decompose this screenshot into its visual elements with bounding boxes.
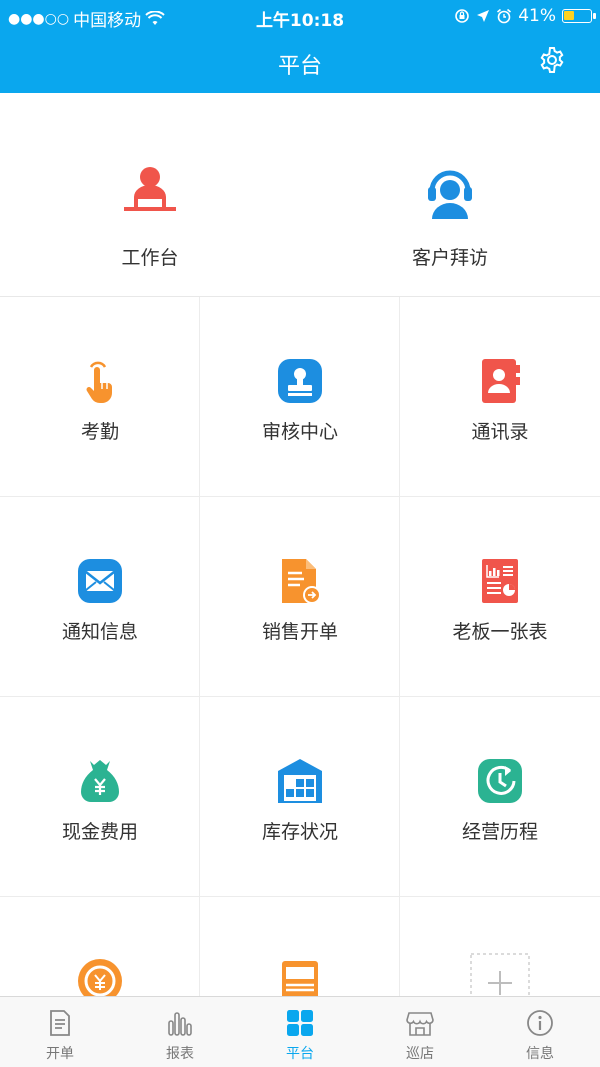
featured-item-customer-visit[interactable]: 客户拜访 — [300, 93, 600, 297]
battery-icon — [562, 9, 596, 23]
grid-label: 库存状况 — [261, 821, 338, 843]
grid-item-business-history[interactable]: 经营历程 — [400, 697, 600, 897]
grid-item-cash-expense[interactable]: 现金费用 — [0, 697, 200, 897]
money-bag-icon — [81, 760, 119, 802]
grid-label: 现金费用 — [61, 821, 138, 843]
stamp-icon — [278, 359, 322, 403]
grid-item-contacts[interactable]: 通讯录 — [400, 297, 600, 497]
grid-label: 考勤 — [80, 421, 119, 443]
history-clock-icon — [478, 759, 522, 803]
grid-label: 老板一张表 — [452, 621, 548, 643]
battery-percent: 41% — [518, 6, 556, 26]
tab-reports[interactable]: 报表 — [120, 997, 240, 1067]
tab-open-order[interactable]: 开单 — [0, 997, 120, 1067]
info-icon — [527, 1010, 553, 1036]
grid-item-audit-center[interactable]: 审核中心 — [200, 297, 400, 497]
tab-label: 报表 — [166, 1046, 194, 1062]
alarm-icon — [497, 8, 512, 24]
warehouse-icon — [278, 759, 322, 803]
gear-icon[interactable] — [538, 46, 566, 74]
tab-label: 巡店 — [406, 1046, 434, 1062]
rotation-lock-icon — [455, 9, 470, 23]
sales-doc-icon — [282, 559, 321, 604]
document-icon — [50, 1010, 70, 1036]
envelope-icon — [78, 559, 122, 603]
grid-label: 经营历程 — [461, 821, 538, 843]
grid-item-inventory[interactable]: 库存状况 — [200, 697, 400, 897]
tab-info[interactable]: 信息 — [480, 997, 600, 1067]
grid-item-notifications[interactable]: 通知信息 — [0, 497, 200, 697]
featured-label: 工作台 — [121, 247, 179, 269]
tab-label: 开单 — [46, 1046, 74, 1062]
bar-chart-icon — [168, 1012, 192, 1036]
grid-item-sales-order[interactable]: 销售开单 — [200, 497, 400, 697]
tab-label: 信息 — [526, 1046, 554, 1062]
touch-hand-icon — [86, 361, 112, 403]
shop-icon — [406, 1012, 434, 1036]
location-arrow-icon — [477, 10, 490, 22]
grid-label: 销售开单 — [261, 621, 338, 643]
contact-book-icon — [482, 359, 520, 403]
grid-label: 审核中心 — [261, 421, 338, 443]
featured-row: 工作台 客户拜访 — [0, 93, 600, 297]
status-bar: ●●●○○ 中国移动 上午10:18 41% — [0, 0, 600, 32]
grid-icon — [287, 1010, 313, 1036]
workstation-icon — [124, 167, 176, 211]
grid-item-boss-sheet[interactable]: 老板一张表 — [400, 497, 600, 697]
customer-service-icon — [428, 170, 472, 219]
page-title: 平台 — [277, 54, 322, 79]
grid-label: 通知信息 — [61, 621, 138, 643]
tab-platform[interactable]: 平台 — [240, 997, 360, 1067]
featured-label: 客户拜访 — [411, 247, 488, 269]
tab-label: 平台 — [286, 1046, 314, 1062]
grid-item-attendance[interactable]: 考勤 — [0, 297, 200, 497]
tab-store-patrol[interactable]: 巡店 — [360, 997, 480, 1067]
bottom-tab-bar: 开单 报表 平台 巡店 信息 — [0, 996, 600, 1067]
top-bar: ●●●○○ 中国移动 上午10:18 41% 平台 — [0, 0, 600, 93]
featured-item-workstation[interactable]: 工作台 — [0, 93, 300, 297]
grid-label: 通讯录 — [471, 421, 529, 443]
report-sheet-icon — [482, 559, 518, 603]
